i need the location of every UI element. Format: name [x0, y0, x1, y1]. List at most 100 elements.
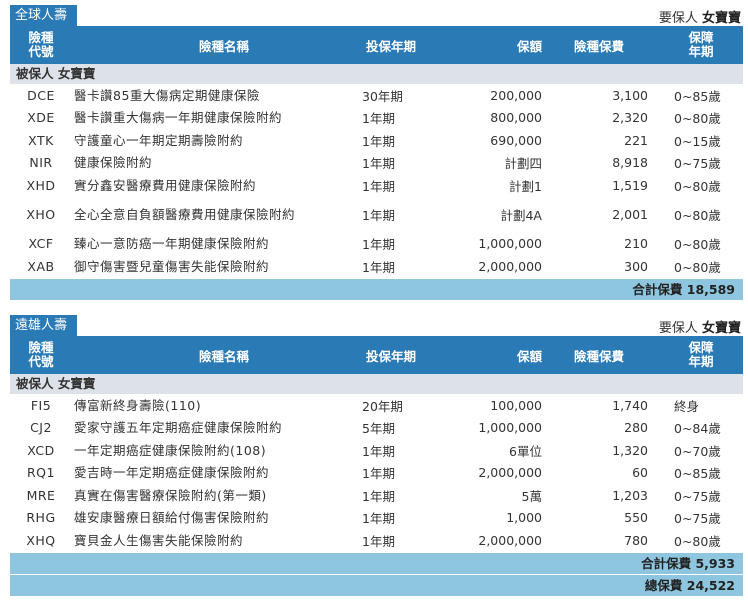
policy-years: 20年期 — [362, 398, 403, 414]
table-row: DCE 醫卡讚85重大傷病定期健康保險 30年期 200,000 3,100 0~85歲 — [10, 84, 743, 107]
policy-premium: 1,203 — [612, 487, 648, 503]
policy-name: 臻心一意防癌一年期健康保險附約 — [74, 236, 270, 252]
header-years: 投保年期 — [365, 348, 416, 364]
table-row: XCD 一年定期癌症健康保險附約(108) 1年期 6單位 1,320 0~70歲 — [10, 439, 743, 462]
policy-amount: 800,000 — [490, 110, 542, 126]
section-yuanxiong: 遠雄人壽 要保人 女寶寶 險種 代號 險種名稱 投保年期 保額 險種保費 保障 年期… — [10, 315, 743, 596]
policy-name: 守護童心一年期定期壽險附約 — [74, 132, 244, 148]
header-code: 險種 代號 — [28, 340, 54, 369]
policy-amount: 1,000,000 — [478, 236, 542, 252]
policy-amount: 1,000 — [506, 510, 542, 526]
policy-premium: 1,320 — [612, 442, 648, 458]
policy-years: 1年期 — [362, 156, 395, 172]
table-row: MRE 真實在傷害醫療保險附約(第一類) 1年期 5萬 1,203 0~75歲 — [10, 484, 743, 507]
policy-term: 0~80歲 — [674, 533, 721, 549]
policy-code: XTK — [28, 132, 54, 148]
policy-amount: 2,000,000 — [478, 465, 542, 481]
policy-term: 0~84歲 — [674, 421, 721, 437]
policy-term: 0~85歲 — [674, 88, 721, 104]
policy-years: 1年期 — [362, 208, 395, 223]
policy-code: XCF — [28, 236, 54, 252]
policy-premium: 2,320 — [612, 110, 648, 126]
table-row: CJ2 愛家守護五年定期癌症健康保險附約 5年期 1,000,000 280 0~84歲 — [10, 417, 743, 440]
header-amount: 保額 — [516, 348, 542, 364]
policy-premium: 221 — [624, 132, 648, 148]
grand-total-bar: 總保費 24,522 — [10, 573, 743, 596]
policy-code: NIR — [29, 155, 53, 171]
policy-amount: 計劃4A — [500, 208, 542, 223]
header-term: 保障 年期 — [688, 340, 714, 369]
section-quanqiu: 全球人壽 要保人 女寶寶 險種 代號 險種名稱 投保年期 保額 險種保費 保障 年期… — [10, 5, 743, 300]
policy-code: CJ2 — [30, 420, 52, 436]
subtotal-bar: 合計保費 18,589 — [10, 277, 743, 300]
policy-term: 0~80歲 — [674, 237, 721, 253]
policy-code: XCD — [27, 442, 55, 458]
policy-years: 1年期 — [362, 111, 395, 127]
policy-name: 真實在傷害醫療保險附約(第一類) — [74, 487, 267, 503]
policy-years: 1年期 — [362, 259, 395, 275]
policy-rows: DCE 醫卡讚85重大傷病定期健康保險 30年期 200,000 3,100 0~85歲 X… — [10, 84, 743, 278]
table-row: NIR 健康保險附約 1年期 計劃四 8,918 0~75歲 — [10, 152, 743, 175]
policy-amount: 690,000 — [490, 132, 542, 148]
policy-premium: 1,519 — [612, 177, 648, 193]
table-header: 險種 代號 險種名稱 投保年期 保額 險種保費 保障 年期 — [10, 336, 743, 374]
policy-code: DCE — [27, 87, 55, 103]
policy-years: 1年期 — [362, 237, 395, 253]
table-row: FI5 傳富新終身壽險(110) 20年期 100,000 1,740 終身 — [10, 394, 743, 417]
policy-name: 愛家守護五年定期癌症健康保險附約 — [74, 420, 283, 436]
policy-premium: 3,100 — [612, 87, 648, 103]
policy-years: 5年期 — [362, 421, 395, 437]
table-header: 險種 代號 險種名稱 投保年期 保額 險種保費 保障 年期 — [10, 26, 743, 64]
policy-code: XHD — [26, 177, 56, 193]
policy-name: 健康保險附約 — [74, 155, 153, 171]
policy-premium: 2,001 — [612, 207, 648, 222]
policy-code: XAB — [27, 258, 55, 274]
table-row: RQ1 愛吉時一年定期癌症健康保險附約 1年期 2,000,000 60 0~85歲 — [10, 462, 743, 485]
policy-amount: 1,000,000 — [478, 420, 542, 436]
policy-code: RHG — [26, 510, 56, 526]
policy-name: 一年定期癌症健康保險附約(108) — [74, 442, 267, 458]
header-premium: 險種保費 — [573, 348, 624, 364]
policy-name: 御守傷害暨兒童傷害失能保險附約 — [74, 258, 270, 274]
header-term: 保障 年期 — [688, 30, 714, 59]
policy-term: 0~75歲 — [674, 511, 721, 527]
policy-amount: 計劃1 — [509, 178, 542, 194]
header-premium: 險種保費 — [573, 38, 624, 54]
policy-term: 0~85歲 — [674, 466, 721, 482]
policy-premium: 210 — [624, 236, 648, 252]
policy-premium: 550 — [624, 510, 648, 526]
policy-code: XHQ — [26, 532, 56, 548]
policy-code: XHO — [26, 207, 56, 222]
policy-premium: 1,740 — [612, 397, 648, 413]
policy-amount: 200,000 — [490, 87, 542, 103]
policy-term: 0~80歲 — [674, 208, 721, 223]
policy-amount: 5萬 — [521, 488, 542, 504]
table-row: XDE 醫卡讚重大傷病一年期健康保險附約 1年期 800,000 2,320 0~80歲 — [10, 107, 743, 130]
policy-code: FI5 — [30, 397, 52, 413]
policy-term: 0~80歲 — [674, 178, 721, 194]
policy-code: RQ1 — [27, 465, 55, 481]
policyholder-note: 要保人 女寶寶 — [659, 7, 741, 26]
policy-premium: 280 — [624, 420, 648, 436]
table-row: XHO 全心全意自負額醫療費用健康保險附約 1年期 計劃4A 2,001 0~80歲 — [10, 197, 743, 233]
table-row: XAB 御守傷害暨兒童傷害失能保險附約 1年期 2,000,000 300 0~80歲 — [10, 255, 743, 278]
section-topline: 全球人壽 要保人 女寶寶 — [10, 5, 743, 26]
section-topline: 遠雄人壽 要保人 女寶寶 — [10, 315, 743, 336]
policy-term: 終身 — [674, 398, 700, 414]
policy-name: 傳富新終身壽險(110) — [74, 397, 202, 413]
subtotal-bar: 合計保費 5,933 — [10, 551, 743, 574]
policyholder-name: 女寶寶 — [701, 11, 741, 26]
policy-years: 1年期 — [362, 133, 395, 149]
table-row: XHD 實分鑫安醫療費用健康保險附約 1年期 計劃1 1,519 0~80歲 — [10, 174, 743, 197]
policy-years: 1年期 — [362, 178, 395, 194]
policyholder-label: 要保人 — [658, 321, 698, 336]
insured-subheader: 被保人 女寶寶 — [10, 64, 743, 84]
policy-term: 0~75歲 — [674, 156, 721, 172]
policy-years: 1年期 — [362, 533, 395, 549]
policy-years: 1年期 — [362, 488, 395, 504]
policy-term: 0~70歲 — [674, 443, 721, 459]
policy-premium: 780 — [624, 532, 648, 548]
policy-term: 0~15歲 — [674, 133, 721, 149]
policy-name: 實分鑫安醫療費用健康保險附約 — [74, 177, 257, 193]
policy-name: 雄安康醫療日額給付傷害保險附約 — [74, 510, 270, 526]
